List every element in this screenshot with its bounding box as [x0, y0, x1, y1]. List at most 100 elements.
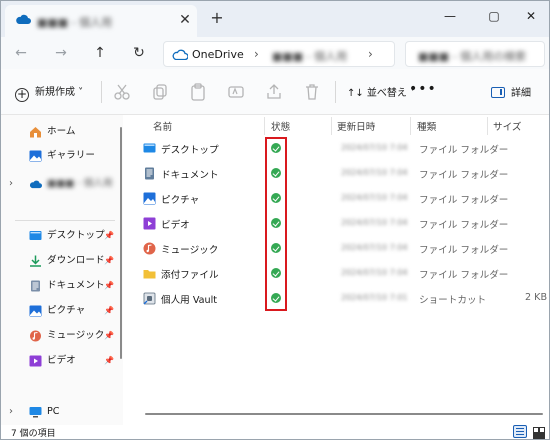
- details-pane-button[interactable]: 詳細: [491, 84, 531, 99]
- file-name: ピクチャ: [161, 195, 200, 206]
- sort-button[interactable]: ↑↓ 並べ替え ˅: [347, 84, 415, 99]
- column-divider[interactable]: [264, 117, 265, 135]
- sidebar-item-label: ビデオ: [47, 355, 76, 366]
- documents-icon: [31, 280, 40, 292]
- sidebar-item-label: PC: [47, 406, 60, 417]
- column-header-modified[interactable]: 更新日時: [337, 119, 375, 133]
- sidebar-item-onedrive[interactable]: › ■■■ - 個人用: [1, 173, 123, 195]
- file-row[interactable]: ドキュメント 2024/07/10 7:04 ファイル フォルダー: [127, 162, 547, 186]
- file-modified-date: 2024/07/10 7:04: [341, 243, 408, 252]
- file-size: 2 KB: [525, 292, 548, 303]
- command-bar: + 新規作成 ˅ ↑↓ 並べ替え ˅ ••• 詳細: [1, 69, 549, 115]
- sidebar-item-home[interactable]: ホーム: [1, 121, 123, 143]
- status-bar: 7 個の項目: [1, 425, 549, 439]
- file-type: ファイル フォルダー: [419, 220, 509, 231]
- onedrive-icon: [16, 14, 31, 24]
- divider: [15, 220, 115, 221]
- column-header-status[interactable]: 状態: [271, 119, 290, 133]
- divider: [335, 81, 336, 103]
- breadcrumb-separator[interactable]: ›: [368, 47, 373, 61]
- file-name: ドキュメント: [161, 170, 219, 181]
- sidebar-item-pc[interactable]: › PC: [1, 401, 123, 423]
- pictures-icon: [29, 305, 42, 317]
- new-button[interactable]: + 新規作成 ˅: [15, 83, 83, 102]
- file-explorer-window: ■■■ - 個人用 ✕ + — ▢ ✕ ← → ↑ ↻ OneDrive › ■…: [0, 0, 550, 440]
- item-count: 7 個の項目: [11, 429, 56, 439]
- sidebar-item-label: ギャラリー: [47, 150, 95, 161]
- plus-icon: +: [15, 87, 29, 102]
- file-name: 添付ファイル: [161, 270, 219, 281]
- refresh-button[interactable]: ↻: [127, 42, 151, 64]
- details-view-button[interactable]: [513, 425, 527, 438]
- back-button[interactable]: ←: [9, 42, 33, 64]
- column-divider[interactable]: [331, 117, 332, 135]
- pictures-folder-icon: [143, 192, 156, 205]
- more-options-button[interactable]: •••: [409, 81, 437, 97]
- file-modified-date: 2024/07/10 7:01: [341, 293, 408, 302]
- rename-icon[interactable]: [227, 83, 245, 101]
- download-icon: [30, 255, 41, 267]
- large-icons-view-button[interactable]: [531, 425, 545, 438]
- column-header-name[interactable]: 名前: [153, 119, 172, 133]
- maximize-button[interactable]: ▢: [475, 3, 513, 29]
- file-name: デスクトップ: [161, 145, 219, 156]
- file-row[interactable]: ミュージック 2024/07/10 7:04 ファイル フォルダー: [127, 237, 547, 261]
- column-header-size[interactable]: サイズ: [493, 119, 522, 133]
- delete-icon[interactable]: [303, 83, 321, 101]
- file-row[interactable]: ビデオ 2024/07/10 7:04 ファイル フォルダー: [127, 212, 547, 236]
- breadcrumb-separator[interactable]: ›: [254, 47, 259, 61]
- minimize-button[interactable]: —: [431, 3, 469, 29]
- file-modified-date: 2024/07/10 7:04: [341, 193, 408, 202]
- sidebar-item-label: ホーム: [47, 126, 76, 137]
- file-type: ファイル フォルダー: [419, 170, 509, 181]
- status-column-highlight: [265, 137, 287, 311]
- vault-shortcut-icon: [143, 292, 156, 305]
- desktop-folder-icon: [143, 142, 156, 155]
- details-pane-icon: [491, 87, 505, 98]
- videos-icon: [29, 355, 42, 367]
- file-type: ファイル フォルダー: [419, 270, 509, 281]
- chevron-right-icon[interactable]: ›: [9, 173, 13, 195]
- search-input[interactable]: ■■■ - 個人用の検索: [405, 41, 545, 67]
- sidebar-item-pictures[interactable]: ピクチャ 📌: [1, 300, 123, 322]
- sidebar-item-documents[interactable]: ドキュメント 📌: [1, 275, 123, 297]
- file-row[interactable]: ピクチャ 2024/07/10 7:04 ファイル フォルダー: [127, 187, 547, 211]
- navigation-pane: ホーム ギャラリー › ■■■ - 個人用 デスクトップ 📌 ダウンロード 📌 …: [1, 115, 123, 425]
- music-folder-icon: [143, 242, 156, 255]
- close-window-button[interactable]: ✕: [512, 3, 549, 29]
- forward-button[interactable]: →: [49, 42, 73, 64]
- breadcrumb-current[interactable]: ■■■ - 個人用: [272, 48, 347, 64]
- breadcrumb-onedrive[interactable]: OneDrive: [192, 48, 244, 61]
- file-type: ショートカット: [419, 295, 487, 306]
- cut-icon[interactable]: [113, 83, 131, 101]
- file-type: ファイル フォルダー: [419, 245, 509, 256]
- copy-icon[interactable]: [151, 83, 169, 101]
- sidebar-scrollbar[interactable]: [120, 127, 122, 359]
- sidebar-item-gallery[interactable]: ギャラリー: [1, 145, 123, 167]
- explorer-tab[interactable]: ■■■ - 個人用 ✕: [5, 5, 197, 37]
- file-row[interactable]: デスクトップ 2024/07/10 7:04 ファイル フォルダー: [127, 137, 547, 161]
- sidebar-item-music[interactable]: ミュージック 📌: [1, 325, 123, 347]
- share-icon[interactable]: [265, 83, 283, 101]
- chevron-right-icon[interactable]: ›: [9, 401, 13, 423]
- close-tab-button[interactable]: ✕: [177, 11, 193, 29]
- sidebar-item-label: デスクトップ: [47, 230, 105, 241]
- column-divider[interactable]: [410, 117, 411, 135]
- search-placeholder: ■■■ - 個人用の検索: [418, 50, 527, 63]
- paste-icon[interactable]: [189, 83, 207, 101]
- address-bar[interactable]: OneDrive › ■■■ - 個人用 ›: [163, 41, 395, 67]
- new-tab-button[interactable]: +: [208, 9, 226, 27]
- new-label: 新規作成 ˅: [35, 87, 84, 98]
- file-modified-date: 2024/07/10 7:04: [341, 168, 408, 177]
- file-row[interactable]: 個人用 Vault 2024/07/10 7:01 ショートカット 2 KB: [127, 287, 547, 311]
- sidebar-item-downloads[interactable]: ダウンロード 📌: [1, 250, 123, 272]
- details-label: 詳細: [511, 88, 531, 99]
- file-row[interactable]: 添付ファイル 2024/07/10 7:04 ファイル フォルダー: [127, 262, 547, 286]
- horizontal-scrollbar[interactable]: [145, 413, 543, 415]
- sidebar-item-videos[interactable]: ビデオ 📌: [1, 350, 123, 372]
- sidebar-item-desktop[interactable]: デスクトップ 📌: [1, 225, 123, 247]
- up-button[interactable]: ↑: [88, 42, 112, 64]
- home-icon: [30, 127, 41, 138]
- column-header-type[interactable]: 種類: [417, 119, 436, 133]
- column-divider[interactable]: [487, 117, 488, 135]
